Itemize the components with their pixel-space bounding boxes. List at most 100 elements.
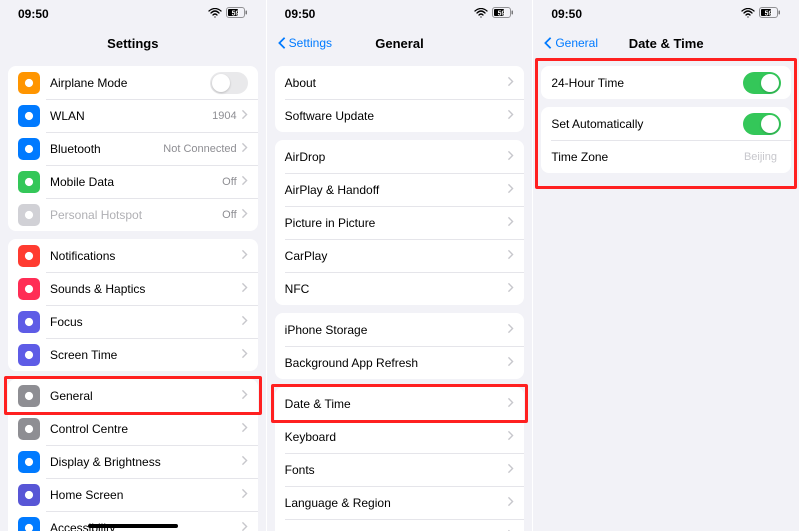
content-scroll[interactable]: Airplane ModeWLAN1904BluetoothNot Connec… [0, 58, 266, 531]
row-label: Fonts [285, 463, 508, 477]
row-bluetooth[interactable]: BluetoothNot Connected [8, 132, 258, 165]
row-airdrop[interactable]: AirDrop [275, 140, 525, 173]
settings-group: iPhone StorageBackground App Refresh [275, 313, 525, 379]
page-title: Settings [107, 36, 158, 51]
battery-icon: 59 [226, 7, 248, 21]
row-general[interactable]: General [8, 379, 258, 412]
row-notifications[interactable]: Notifications [8, 239, 258, 272]
status-time: 09:50 [285, 7, 316, 21]
chevron-right-icon [507, 354, 514, 372]
row-focus[interactable]: Focus [8, 305, 258, 338]
row-label: Software Update [285, 109, 508, 123]
row-label: Bluetooth [50, 142, 163, 156]
navbar: GeneralDate & Time [533, 28, 799, 58]
row-software-update[interactable]: Software Update [275, 99, 525, 132]
row-dictionary[interactable]: Dictionary [275, 519, 525, 531]
settings-group: Notifications Sounds & Haptics Focus Screen… [8, 239, 258, 371]
row-keyboard[interactable]: Keyboard [275, 420, 525, 453]
chevron-right-icon [507, 428, 514, 446]
chevron-right-icon [507, 247, 514, 265]
row-screen-time[interactable]: Screen Time [8, 338, 258, 371]
row-label: NFC [285, 282, 508, 296]
row-language-region[interactable]: Language & Region [275, 486, 525, 519]
wifi-icon [474, 7, 488, 21]
row-date-time[interactable]: Date & Time [275, 387, 525, 420]
toggle-switch[interactable] [743, 113, 781, 135]
row-background-app-refresh[interactable]: Background App Refresh [275, 346, 525, 379]
chevron-right-icon [507, 527, 514, 531]
row-display-brightness[interactable]: Display & Brightness [8, 445, 258, 478]
row-picture-in-picture[interactable]: Picture in Picture [275, 206, 525, 239]
back-button[interactable]: Settings [277, 36, 332, 50]
row-label: Personal Hotspot [50, 208, 222, 222]
chevron-right-icon [241, 107, 248, 125]
row-value: Not Connected [163, 143, 236, 155]
back-label: Settings [289, 36, 332, 50]
textsize-icon [18, 451, 40, 473]
speaker-icon [18, 278, 40, 300]
screen-general: 09:50 59 SettingsGeneral AboutSoftware U… [267, 0, 534, 531]
row-set-automatically[interactable]: Set Automatically [541, 107, 791, 140]
content-scroll[interactable]: 24-Hour Time Set Automatically Time ZoneBe… [533, 58, 799, 531]
row-label: Mobile Data [50, 175, 222, 189]
row-mobile-data[interactable]: Mobile DataOff [8, 165, 258, 198]
row-24-hour-time[interactable]: 24-Hour Time [541, 66, 791, 99]
screen-date-time: 09:50 59 GeneralDate & Time 24-Hour Time… [533, 0, 800, 531]
row-label: Focus [50, 315, 241, 329]
chevron-right-icon [241, 387, 248, 405]
row-control-centre[interactable]: Control Centre [8, 412, 258, 445]
row-personal-hotspot[interactable]: Personal HotspotOff [8, 198, 258, 231]
chevron-right-icon [241, 420, 248, 438]
row-about[interactable]: About [275, 66, 525, 99]
row-home-screen[interactable]: Home Screen [8, 478, 258, 511]
chevron-right-icon [507, 280, 514, 298]
toggle-switch[interactable] [743, 72, 781, 94]
content-scroll[interactable]: About Software Update AirDrop AirPlay & Han… [267, 58, 533, 531]
row-nfc[interactable]: NFC [275, 272, 525, 305]
settings-group: Airplane ModeWLAN1904BluetoothNot Connec… [8, 66, 258, 231]
row-label: Screen Time [50, 348, 241, 362]
row-time-zone[interactable]: Time ZoneBeijing [541, 140, 791, 173]
hotspot-icon [18, 204, 40, 226]
chevron-right-icon [507, 74, 514, 92]
row-accessibility[interactable]: Accessibility [8, 511, 258, 531]
chevron-right-icon [241, 173, 248, 191]
chevron-right-icon [241, 280, 248, 298]
row-fonts[interactable]: Fonts [275, 453, 525, 486]
chevron-right-icon [507, 461, 514, 479]
chevron-right-icon [241, 486, 248, 504]
row-airplane-mode[interactable]: Airplane Mode [8, 66, 258, 99]
row-airplay-handoff[interactable]: AirPlay & Handoff [275, 173, 525, 206]
grid-icon [18, 484, 40, 506]
airplane-icon [18, 72, 40, 94]
row-wlan[interactable]: WLAN1904 [8, 99, 258, 132]
row-sounds-haptics[interactable]: Sounds & Haptics [8, 272, 258, 305]
row-label: Set Automatically [551, 117, 743, 131]
wifi-icon [741, 7, 755, 21]
bell-icon [18, 245, 40, 267]
navbar: Settings [0, 28, 266, 58]
row-label: Notifications [50, 249, 241, 263]
row-label: WLAN [50, 109, 212, 123]
svg-text:59: 59 [498, 11, 506, 18]
chevron-right-icon [241, 313, 248, 331]
row-carplay[interactable]: CarPlay [275, 239, 525, 272]
toggle-switch[interactable] [210, 72, 248, 94]
chevron-right-icon [507, 214, 514, 232]
row-label: CarPlay [285, 249, 508, 263]
chevron-right-icon [241, 140, 248, 158]
row-label: Keyboard [285, 430, 508, 444]
gear-icon [18, 385, 40, 407]
chevron-right-icon [507, 148, 514, 166]
row-label: AirDrop [285, 150, 508, 164]
bluetooth-icon [18, 138, 40, 160]
settings-group: About Software Update [275, 66, 525, 132]
row-iphone-storage[interactable]: iPhone Storage [275, 313, 525, 346]
row-label: 24-Hour Time [551, 76, 743, 90]
settings-group: Set Automatically Time ZoneBeijing [541, 107, 791, 173]
row-label: Home Screen [50, 488, 241, 502]
back-button[interactable]: General [543, 36, 598, 50]
chevron-right-icon [241, 206, 248, 224]
screen-settings: 09:50 59 Settings Airplane ModeWLAN1904B… [0, 0, 267, 531]
chevron-right-icon [507, 321, 514, 339]
